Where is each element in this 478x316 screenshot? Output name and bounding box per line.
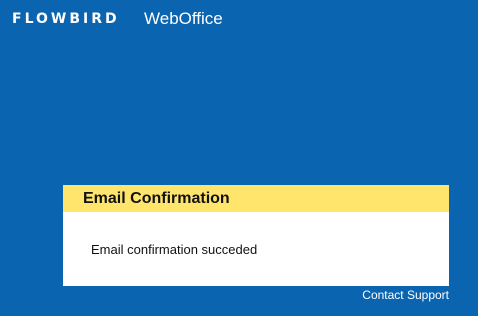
top-header: FLOWBIRD WebOffice [0, 0, 478, 40]
email-confirmation-dialog: Email Confirmation Email confirmation su… [63, 185, 449, 286]
contact-support-link[interactable]: Contact Support [362, 288, 449, 302]
dialog-title: Email Confirmation [83, 190, 230, 207]
app-name: WebOffice [144, 9, 223, 28]
confirmation-message: Email confirmation succeded [91, 242, 258, 257]
flowbird-logo: FLOWBIRD [12, 11, 120, 27]
dialog-header: Email Confirmation [63, 185, 449, 212]
